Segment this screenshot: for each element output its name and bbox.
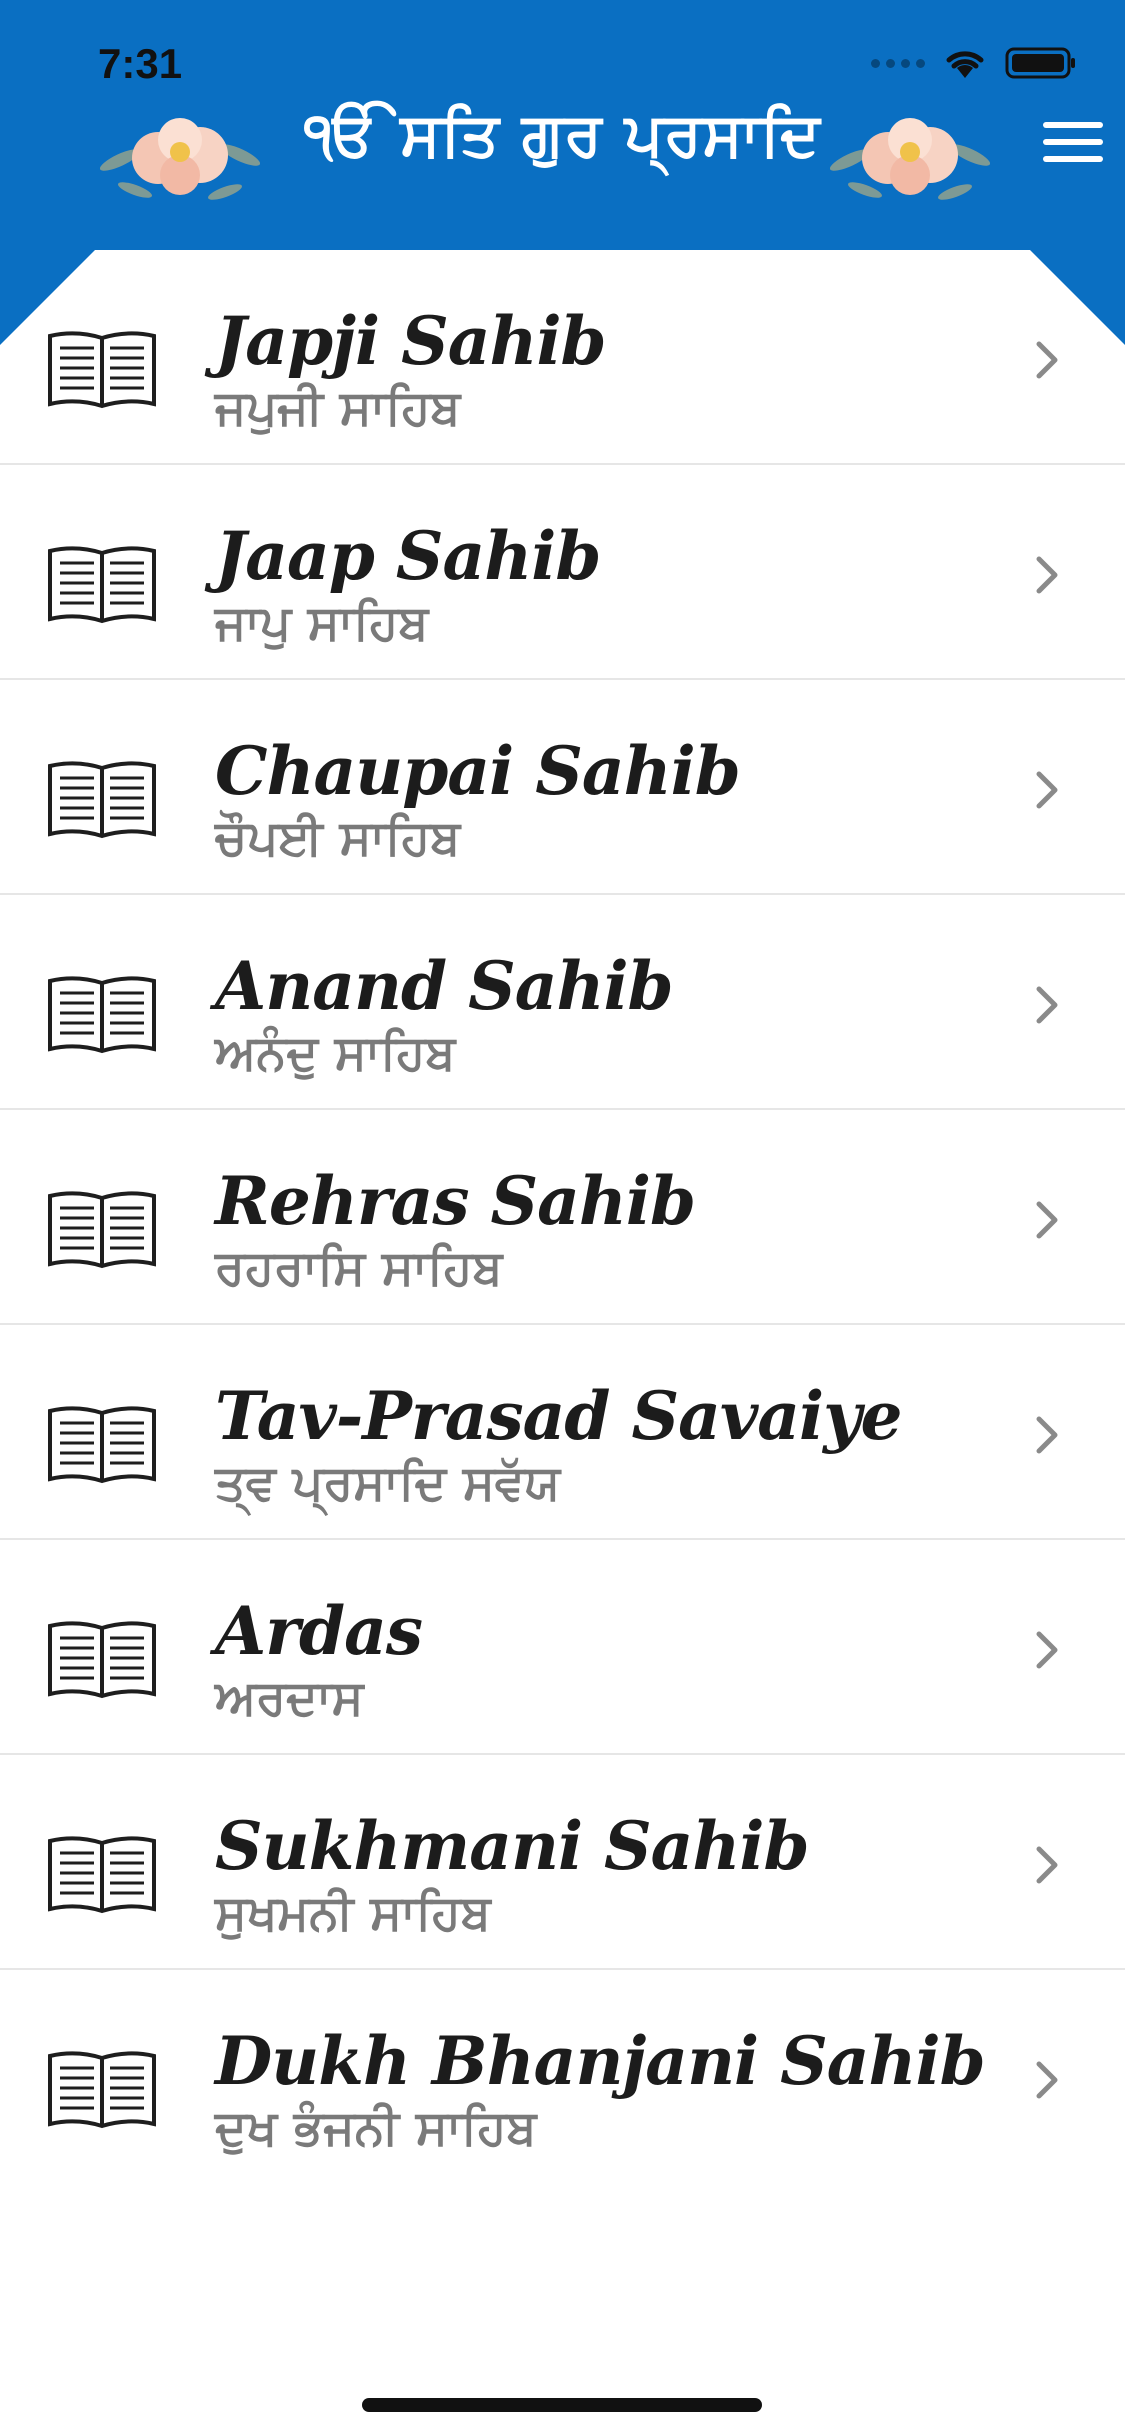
prayer-title-english: Dukh Bhanjani Sahib	[215, 2022, 986, 2100]
prayer-list: Japji Sahib ਜਪੁਜੀ ਸਾਹਿਬ Jaap Sahib ਜਾਪੁ …	[0, 250, 1125, 2185]
list-item-6[interactable]: Tav-Prasad Savaiye ਤ੍ਵ ਪ੍ਰਸਾਦਿ ਸਵੱਯ	[0, 1325, 1125, 1540]
book-icon	[48, 1191, 156, 1269]
list-item-9[interactable]: Dukh Bhanjani Sahib ਦੁਖ ਭੰਜਨੀ ਸਾਹਿਬ	[0, 1970, 1125, 2185]
prayer-title-punjabi: ਅਰਦਾਸ	[215, 1670, 364, 1726]
chevron-right-icon	[1036, 1201, 1058, 1239]
prayer-title-punjabi: ਦੁਖ ਭੰਜਨੀ ਸਾਹਿਬ	[215, 2100, 537, 2156]
prayer-title-english: Anand Sahib	[215, 947, 674, 1025]
chevron-right-icon	[1036, 1416, 1058, 1454]
book-icon	[48, 1836, 156, 1914]
book-icon	[48, 976, 156, 1054]
prayer-title-punjabi: ਰਹਰਾਸਿ ਸਾਹਿਬ	[215, 1240, 503, 1296]
list-item-2[interactable]: Jaap Sahib ਜਾਪੁ ਸਾਹਿਬ	[0, 465, 1125, 680]
battery-icon	[1005, 47, 1075, 79]
chevron-right-icon	[1036, 1631, 1058, 1669]
book-icon	[48, 1406, 156, 1484]
prayer-title-english: Ardas	[215, 1592, 423, 1670]
prayer-title-english: Sukhmani Sahib	[215, 1807, 810, 1885]
list-item-3[interactable]: Chaupai Sahib ਚੌਪਈ ਸਾਹਿਬ	[0, 680, 1125, 895]
cellular-signal-icon	[871, 58, 925, 68]
book-icon	[48, 2051, 156, 2129]
prayer-title-punjabi: ਜਪੁਜੀ ਸਾਹਿਬ	[215, 380, 461, 436]
chevron-right-icon	[1036, 1846, 1058, 1884]
chevron-right-icon	[1036, 341, 1058, 379]
prayer-title-punjabi: ਅਨੰਦੁ ਸਾਹਿਬ	[215, 1025, 456, 1081]
status-icons	[871, 46, 1077, 80]
status-time: 7:31	[98, 40, 183, 87]
book-icon	[48, 331, 156, 409]
chevron-right-icon	[1036, 986, 1058, 1024]
prayer-title-punjabi: ਸੁਖਮਨੀ ਸਾਹਿਬ	[215, 1885, 491, 1941]
flower-decoration-right-icon	[830, 118, 990, 200]
list-item-5[interactable]: Rehras Sahib ਰਹਰਾਸਿ ਸਾਹਿਬ	[0, 1110, 1125, 1325]
list-item-1[interactable]: Japji Sahib ਜਪੁਜੀ ਸਾਹਿਬ	[0, 250, 1125, 465]
prayer-title-english: Rehras Sahib	[215, 1162, 696, 1240]
prayer-title-english: Chaupai Sahib	[215, 732, 741, 810]
prayer-title-english: Japji Sahib	[215, 302, 607, 380]
list-item-8[interactable]: Sukhmani Sahib ਸੁਖਮਨੀ ਸਾਹਿਬ	[0, 1755, 1125, 1970]
prayer-title-punjabi: ਚੌਪਈ ਸਾਹਿਬ	[215, 810, 461, 866]
prayer-title-punjabi: ਤ੍ਵ ਪ੍ਰਸਾਦਿ ਸਵੱਯ	[215, 1455, 561, 1511]
book-icon	[48, 761, 156, 839]
hamburger-menu-icon[interactable]	[1043, 122, 1103, 170]
chevron-right-icon	[1036, 2061, 1058, 2099]
home-indicator[interactable]	[362, 2398, 762, 2412]
wifi-icon	[946, 51, 984, 78]
content-card: Japji Sahib ਜਪੁਜੀ ਸਾਹਿਬ Jaap Sahib ਜਾਪੁ …	[0, 250, 1125, 2436]
prayer-title-english: Tav-Prasad Savaiye	[215, 1377, 902, 1455]
chevron-right-icon	[1036, 556, 1058, 594]
book-icon	[48, 546, 156, 624]
book-icon	[48, 1621, 156, 1699]
prayer-title-punjabi: ਜਾਪੁ ਸਾਹਿਬ	[215, 595, 429, 651]
list-item-4[interactable]: Anand Sahib ਅਨੰਦੁ ਸਾਹਿਬ	[0, 895, 1125, 1110]
prayer-title-english: Jaap Sahib	[215, 517, 602, 595]
chevron-right-icon	[1036, 771, 1058, 809]
list-item-7[interactable]: Ardas ਅਰਦਾਸ	[0, 1540, 1125, 1755]
